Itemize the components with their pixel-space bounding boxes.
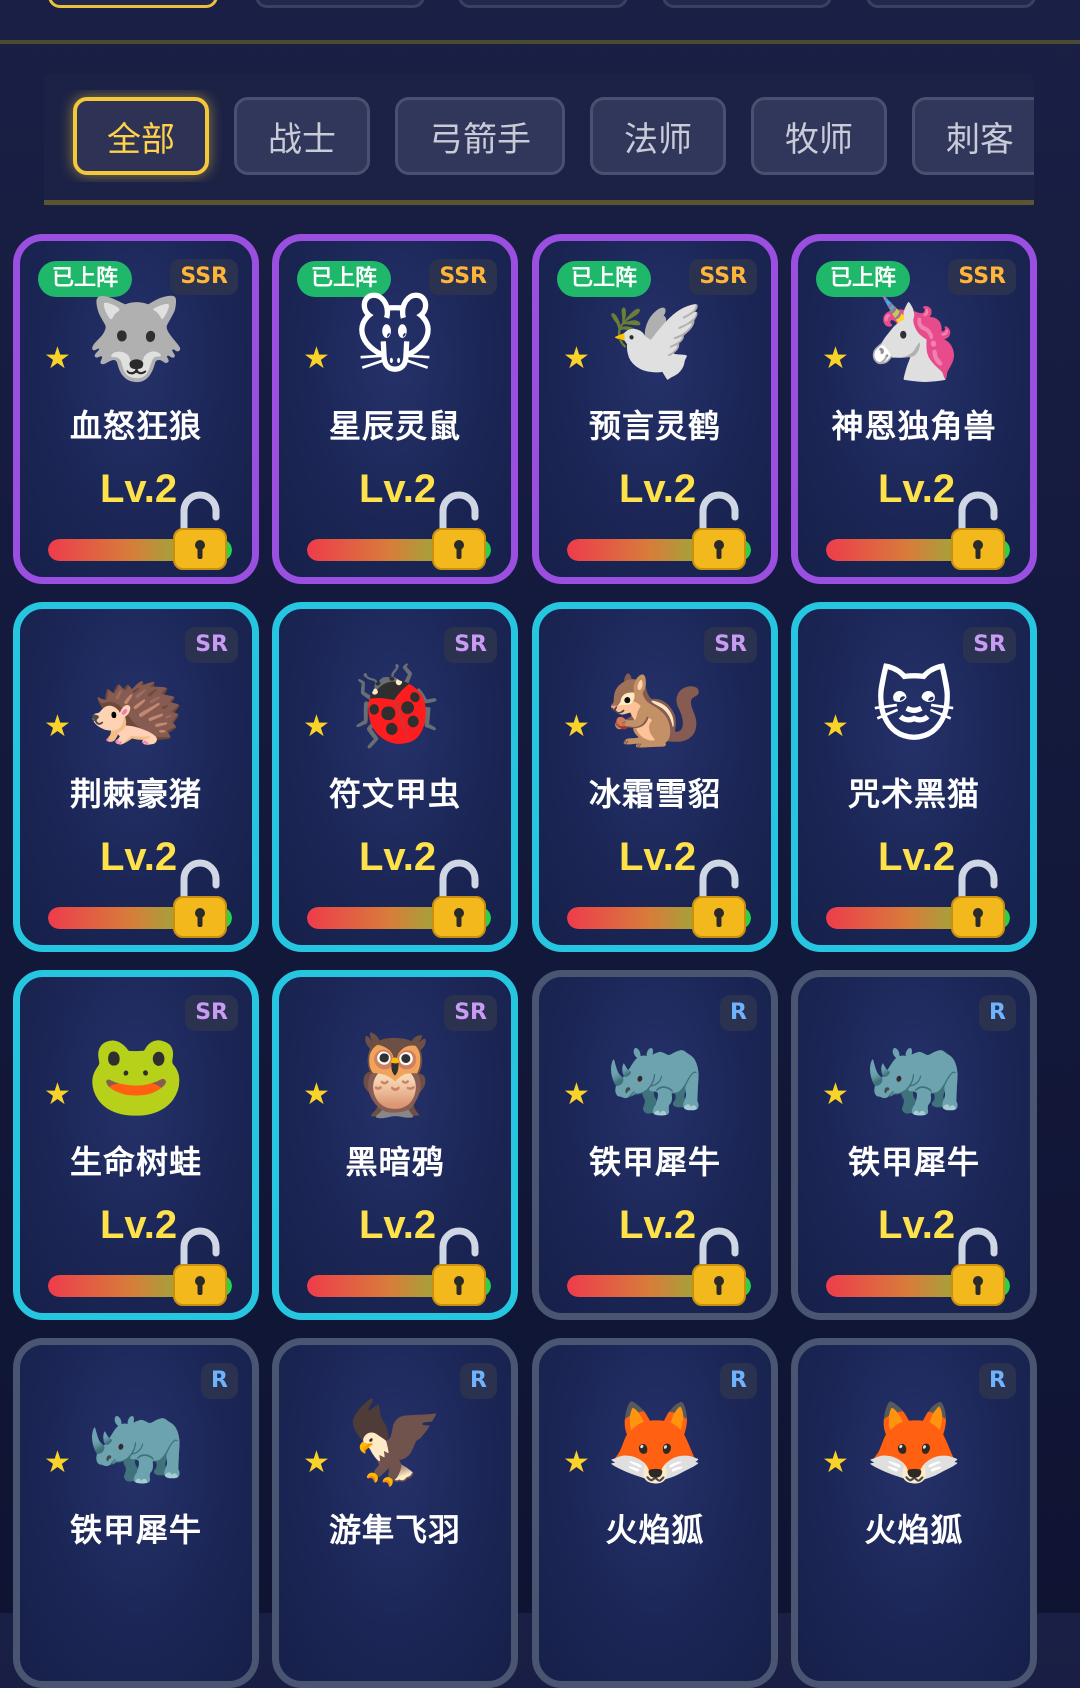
filter-priest-button[interactable]: 牧师	[751, 97, 887, 175]
unlock-icon[interactable]	[689, 1227, 749, 1309]
pet-card[interactable]: R ★ 🦏 铁甲犀牛 Lv.2	[532, 970, 778, 1320]
top-divider	[0, 40, 1080, 44]
pet-card[interactable]: 已上阵 SSR ★ 🕊️ 预言灵鹤 Lv.2	[532, 234, 778, 584]
pet-avatar-icon: 🦅	[345, 1396, 445, 1489]
pet-level: Lv.2	[100, 1203, 178, 1247]
pet-card[interactable]: SR ★ 🐸 生命树蛙 Lv.2	[13, 970, 259, 1320]
filter-all-button[interactable]: 全部	[73, 97, 209, 175]
pet-name: 血怒狂狼	[69, 407, 202, 445]
unlock-icon[interactable]	[429, 1227, 489, 1309]
pet-name: 铁甲犀牛	[588, 1143, 721, 1181]
top-tab-3[interactable]	[458, 0, 628, 8]
pet-avatar-icon: 🕊️	[605, 292, 705, 385]
unlock-icon[interactable]	[170, 491, 230, 573]
pet-level: Lv.2	[359, 467, 437, 511]
unlock-icon[interactable]	[429, 491, 489, 573]
pet-avatar-icon: 🦉	[345, 1028, 445, 1121]
pet-card[interactable]: R ★ 🦏 铁甲犀牛	[13, 1338, 259, 1688]
filter-assassin-button[interactable]: 刺客	[912, 97, 1034, 175]
pet-level: Lv.2	[359, 1203, 437, 1247]
pet-name: 冰霜雪貂	[588, 775, 721, 813]
pet-level: Lv.2	[878, 467, 956, 511]
pet-avatar-icon: 🐱	[872, 660, 956, 753]
pet-level: Lv.2	[619, 1203, 697, 1247]
pet-card[interactable]: R ★ 🦊 火焰狐	[791, 1338, 1037, 1688]
pet-name: 火焰狐	[864, 1511, 964, 1549]
pet-avatar-icon: 🦊	[605, 1396, 705, 1489]
unlock-icon[interactable]	[170, 859, 230, 941]
top-tab-4[interactable]	[662, 0, 832, 8]
pet-avatar-icon: 🦏	[864, 1028, 964, 1121]
pet-card[interactable]: R ★ 🦅 游隼飞羽	[272, 1338, 518, 1688]
top-tab-5[interactable]	[866, 0, 1036, 8]
pet-level: Lv.2	[619, 835, 697, 879]
pet-level: Lv.2	[100, 835, 178, 879]
unlock-icon[interactable]	[948, 1227, 1008, 1309]
pet-level: Lv.2	[100, 467, 178, 511]
filter-bar: 全部 战士 弓箭手 法师 牧师 刺客	[44, 90, 1034, 182]
pet-card[interactable]: SR ★ 🐱 咒术黑猫 Lv.2	[791, 602, 1037, 952]
pet-name: 火焰狐	[605, 1511, 705, 1549]
pet-avatar-icon: 🦔	[86, 660, 186, 753]
pet-name: 符文甲虫	[328, 775, 461, 813]
unlock-icon[interactable]	[170, 1227, 230, 1309]
pet-card[interactable]: SR ★ 🦔 荆棘豪猪 Lv.2	[13, 602, 259, 952]
unlock-icon[interactable]	[689, 859, 749, 941]
pet-name: 荆棘豪猪	[69, 775, 202, 813]
pet-avatar-icon: 🦏	[605, 1028, 705, 1121]
pet-level: Lv.2	[878, 1203, 956, 1247]
pet-name: 预言灵鹤	[588, 407, 721, 445]
pet-card[interactable]: SR ★ 🦉 黑暗鸦 Lv.2	[272, 970, 518, 1320]
pet-card[interactable]: 已上阵 SSR ★ 🦄 神恩独角兽 Lv.2	[791, 234, 1037, 584]
top-tab-2[interactable]	[255, 0, 425, 8]
pet-avatar-icon: 🦊	[864, 1396, 964, 1489]
pet-level: Lv.2	[619, 467, 697, 511]
unlock-icon[interactable]	[689, 491, 749, 573]
pet-card[interactable]: R ★ 🦊 火焰狐	[532, 1338, 778, 1688]
pet-name: 黑暗鸦	[345, 1143, 445, 1181]
filter-archer-button[interactable]: 弓箭手	[395, 97, 565, 175]
top-tab-1[interactable]	[48, 0, 218, 8]
pet-avatar-icon: 🦏	[86, 1396, 186, 1489]
pet-card[interactable]: R ★ 🦏 铁甲犀牛 Lv.2	[791, 970, 1037, 1320]
pet-name: 神恩独角兽	[831, 407, 997, 445]
pet-name: 星辰灵鼠	[328, 407, 461, 445]
pet-avatar-icon: 🐞	[345, 660, 445, 753]
pet-name: 游隼飞羽	[328, 1511, 461, 1549]
pet-avatar-icon: 🐿️	[605, 660, 705, 753]
pet-name: 铁甲犀牛	[847, 1143, 980, 1181]
pet-name: 生命树蛙	[69, 1143, 202, 1181]
pet-card[interactable]: SR ★ 🐞 符文甲虫 Lv.2	[272, 602, 518, 952]
pet-card[interactable]: 已上阵 SSR ★ 🐭 星辰灵鼠 Lv.2	[272, 234, 518, 584]
pet-avatar-icon: 🐸	[86, 1028, 186, 1121]
pet-avatar-icon: 🐭	[353, 292, 437, 385]
pet-level: Lv.2	[878, 835, 956, 879]
pet-avatar-icon: 🦄	[864, 292, 964, 385]
filter-warrior-button[interactable]: 战士	[234, 97, 370, 175]
unlock-icon[interactable]	[948, 859, 1008, 941]
pet-level: Lv.2	[359, 835, 437, 879]
pet-card[interactable]: 已上阵 SSR ★ 🐺 血怒狂狼 Lv.2	[13, 234, 259, 584]
top-tab-strip	[0, 0, 1080, 10]
unlock-icon[interactable]	[948, 491, 1008, 573]
unlock-icon[interactable]	[429, 859, 489, 941]
pet-avatar-icon: 🐺	[86, 292, 186, 385]
pet-card[interactable]: SR ★ 🐿️ 冰霜雪貂 Lv.2	[532, 602, 778, 952]
pet-name: 咒术黑猫	[847, 775, 980, 813]
pet-name: 铁甲犀牛	[69, 1511, 202, 1549]
filter-underline	[44, 200, 1034, 205]
filter-mage-button[interactable]: 法师	[590, 97, 726, 175]
